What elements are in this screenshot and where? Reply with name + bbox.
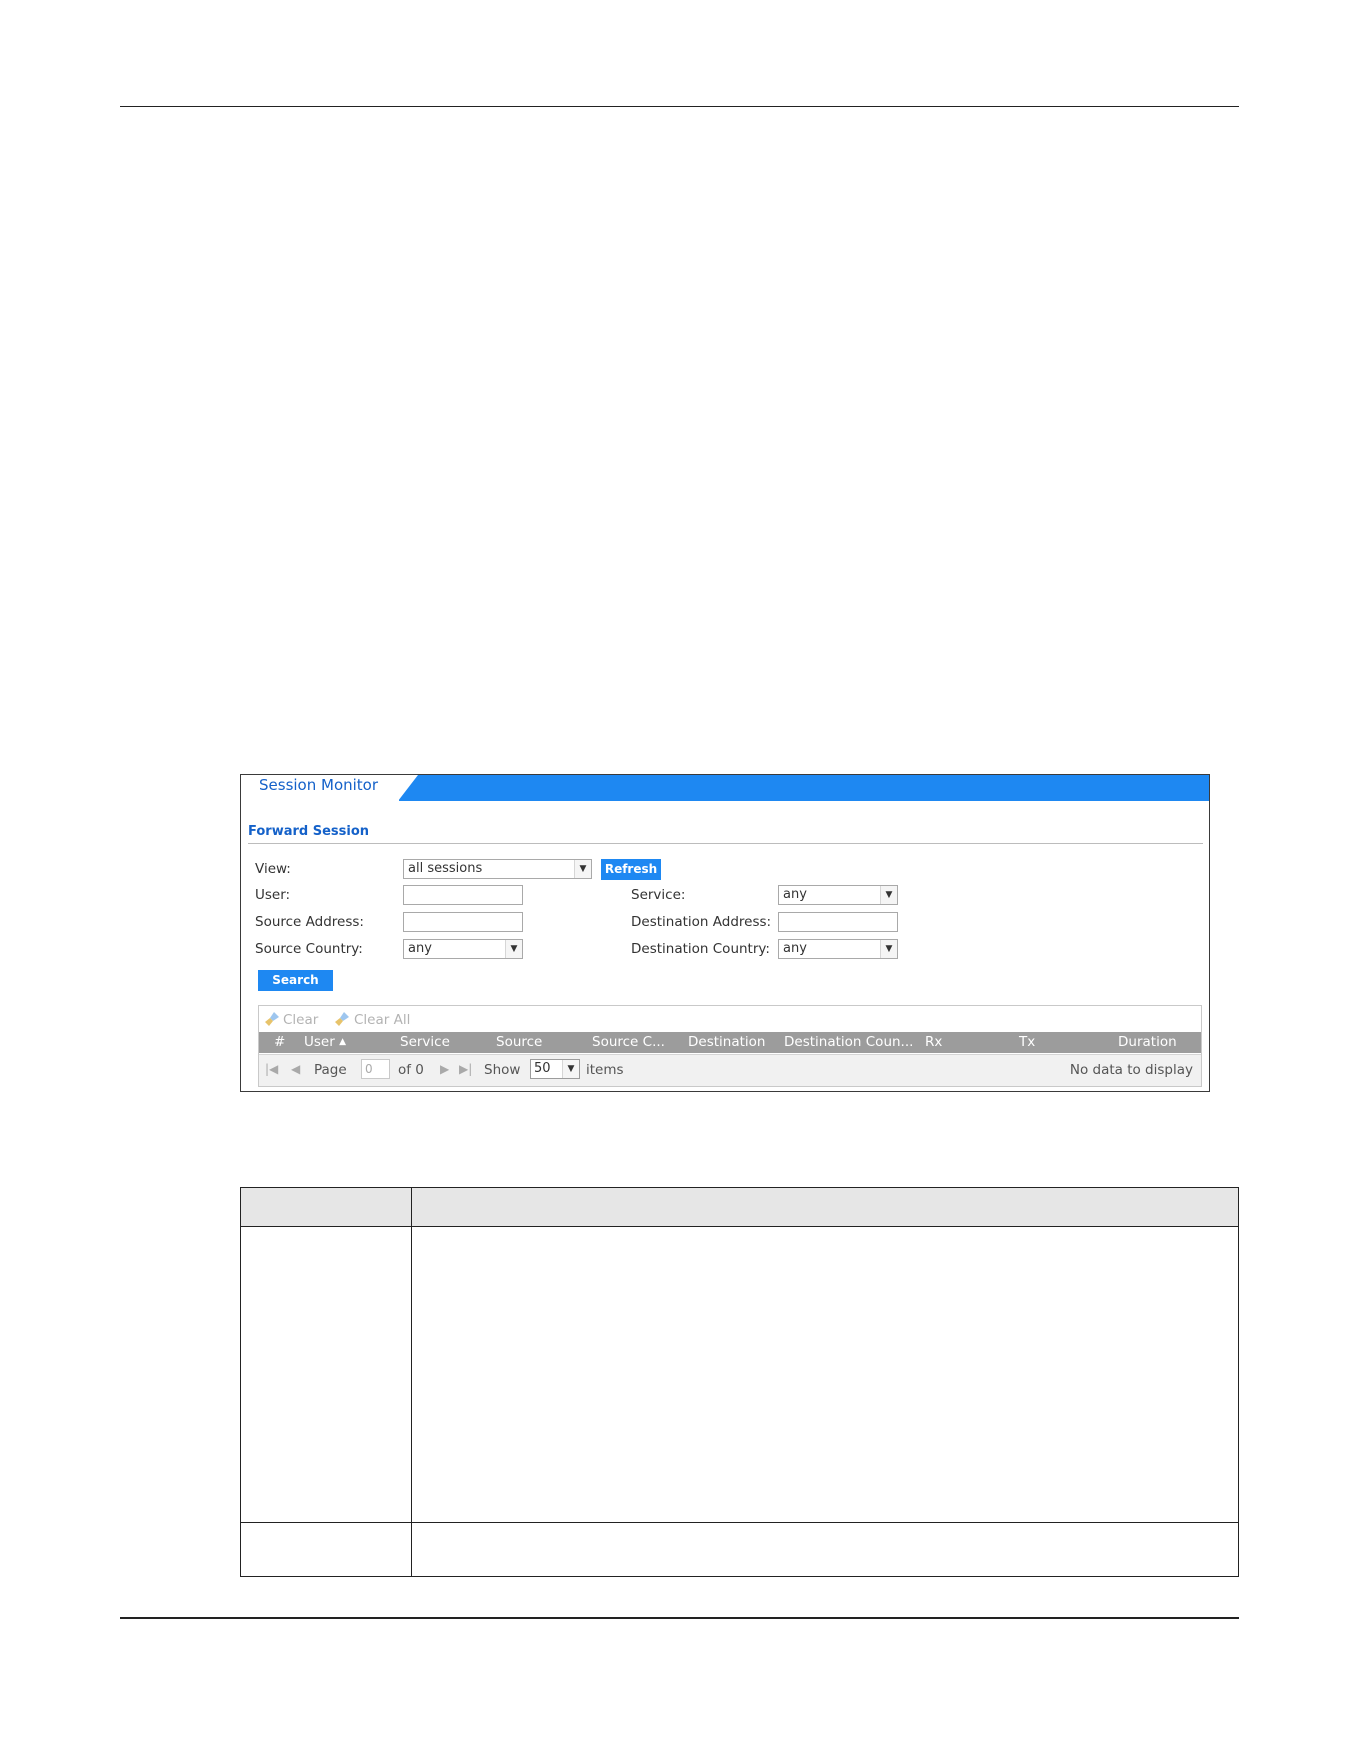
description-table-header xyxy=(241,1188,1238,1227)
items-label: items xyxy=(586,1062,624,1078)
tab-session-monitor[interactable]: Session Monitor xyxy=(241,775,399,803)
section-title: Forward Session xyxy=(248,824,370,839)
clear-button[interactable]: Clear xyxy=(283,1012,318,1028)
column-user[interactable]: User ▲ xyxy=(304,1034,346,1050)
service-select-value: any xyxy=(783,887,807,902)
view-select-value: all sessions xyxy=(408,861,483,876)
column-user-label: User xyxy=(304,1034,335,1050)
column-number[interactable]: # xyxy=(274,1034,285,1050)
chevron-down-icon: ▼ xyxy=(880,940,897,958)
page-count: of 0 xyxy=(398,1062,424,1078)
brush-icon xyxy=(265,1012,279,1026)
chevron-down-icon: ▼ xyxy=(880,886,897,904)
service-label: Service: xyxy=(631,887,686,903)
tab-corner xyxy=(398,775,418,801)
grid-header: # User ▲ Service Source Source C... Dest… xyxy=(259,1032,1201,1053)
refresh-button[interactable]: Refresh xyxy=(601,859,661,880)
destination-address-label: Destination Address: xyxy=(631,914,772,930)
last-page-icon[interactable]: ▶| xyxy=(459,1062,472,1076)
destination-country-value: any xyxy=(783,941,807,956)
source-country-label: Source Country: xyxy=(255,941,363,957)
destination-country-select[interactable]: any ▼ xyxy=(778,939,898,959)
session-grid: Clear Clear All # User ▲ Service Source … xyxy=(258,1005,1202,1087)
user-label: User: xyxy=(255,887,291,903)
first-page-icon[interactable]: |◀ xyxy=(265,1062,278,1076)
column-source-country[interactable]: Source C... xyxy=(592,1034,665,1050)
chevron-down-icon: ▼ xyxy=(505,940,522,958)
empty-status: No data to display xyxy=(1069,1062,1193,1078)
grid-toolbar: Clear Clear All xyxy=(259,1006,1201,1032)
source-address-label: Source Address: xyxy=(255,914,364,930)
service-select[interactable]: any ▼ xyxy=(778,885,898,905)
view-label: View: xyxy=(255,861,291,877)
column-tx[interactable]: Tx xyxy=(1019,1034,1035,1050)
destination-address-input[interactable] xyxy=(778,912,898,932)
brush-icon xyxy=(335,1012,349,1026)
header-rule xyxy=(120,106,1239,107)
search-button[interactable]: Search xyxy=(258,970,333,991)
column-rx[interactable]: Rx xyxy=(925,1034,942,1050)
clear-all-button[interactable]: Clear All xyxy=(354,1012,410,1028)
footer-rule xyxy=(120,1617,1239,1619)
user-input[interactable] xyxy=(403,885,523,905)
sort-ascending-icon: ▲ xyxy=(339,1037,346,1047)
grid-pager: |◀ ◀ Page 0 of 0 ▶ ▶| Show 50 ▼ items No… xyxy=(259,1054,1201,1086)
column-source[interactable]: Source xyxy=(496,1034,542,1050)
session-monitor-panel: Session Monitor Forward Session View: al… xyxy=(240,774,1210,1092)
show-label: Show xyxy=(484,1062,521,1078)
prev-page-icon[interactable]: ◀ xyxy=(291,1062,300,1076)
column-service[interactable]: Service xyxy=(400,1034,450,1050)
page-input[interactable]: 0 xyxy=(361,1059,390,1079)
page-size-select[interactable]: 50 ▼ xyxy=(530,1059,580,1079)
section-divider xyxy=(248,843,1203,844)
chevron-down-icon: ▼ xyxy=(574,860,591,878)
source-address-input[interactable] xyxy=(403,912,523,932)
column-destination[interactable]: Destination xyxy=(688,1034,765,1050)
chevron-down-icon: ▼ xyxy=(562,1060,579,1078)
destination-country-label: Destination Country: xyxy=(631,941,770,957)
source-country-value: any xyxy=(408,941,432,956)
column-duration[interactable]: Duration xyxy=(1118,1034,1177,1050)
page-size-value: 50 xyxy=(534,1061,551,1076)
row-divider xyxy=(241,1522,1238,1523)
view-select[interactable]: all sessions ▼ xyxy=(403,859,592,879)
column-destination-country[interactable]: Destination Coun... xyxy=(784,1034,913,1050)
description-table xyxy=(240,1187,1239,1577)
next-page-icon[interactable]: ▶ xyxy=(440,1062,449,1076)
page-label: Page xyxy=(314,1062,347,1078)
column-divider xyxy=(411,1188,412,1576)
source-country-select[interactable]: any ▼ xyxy=(403,939,523,959)
